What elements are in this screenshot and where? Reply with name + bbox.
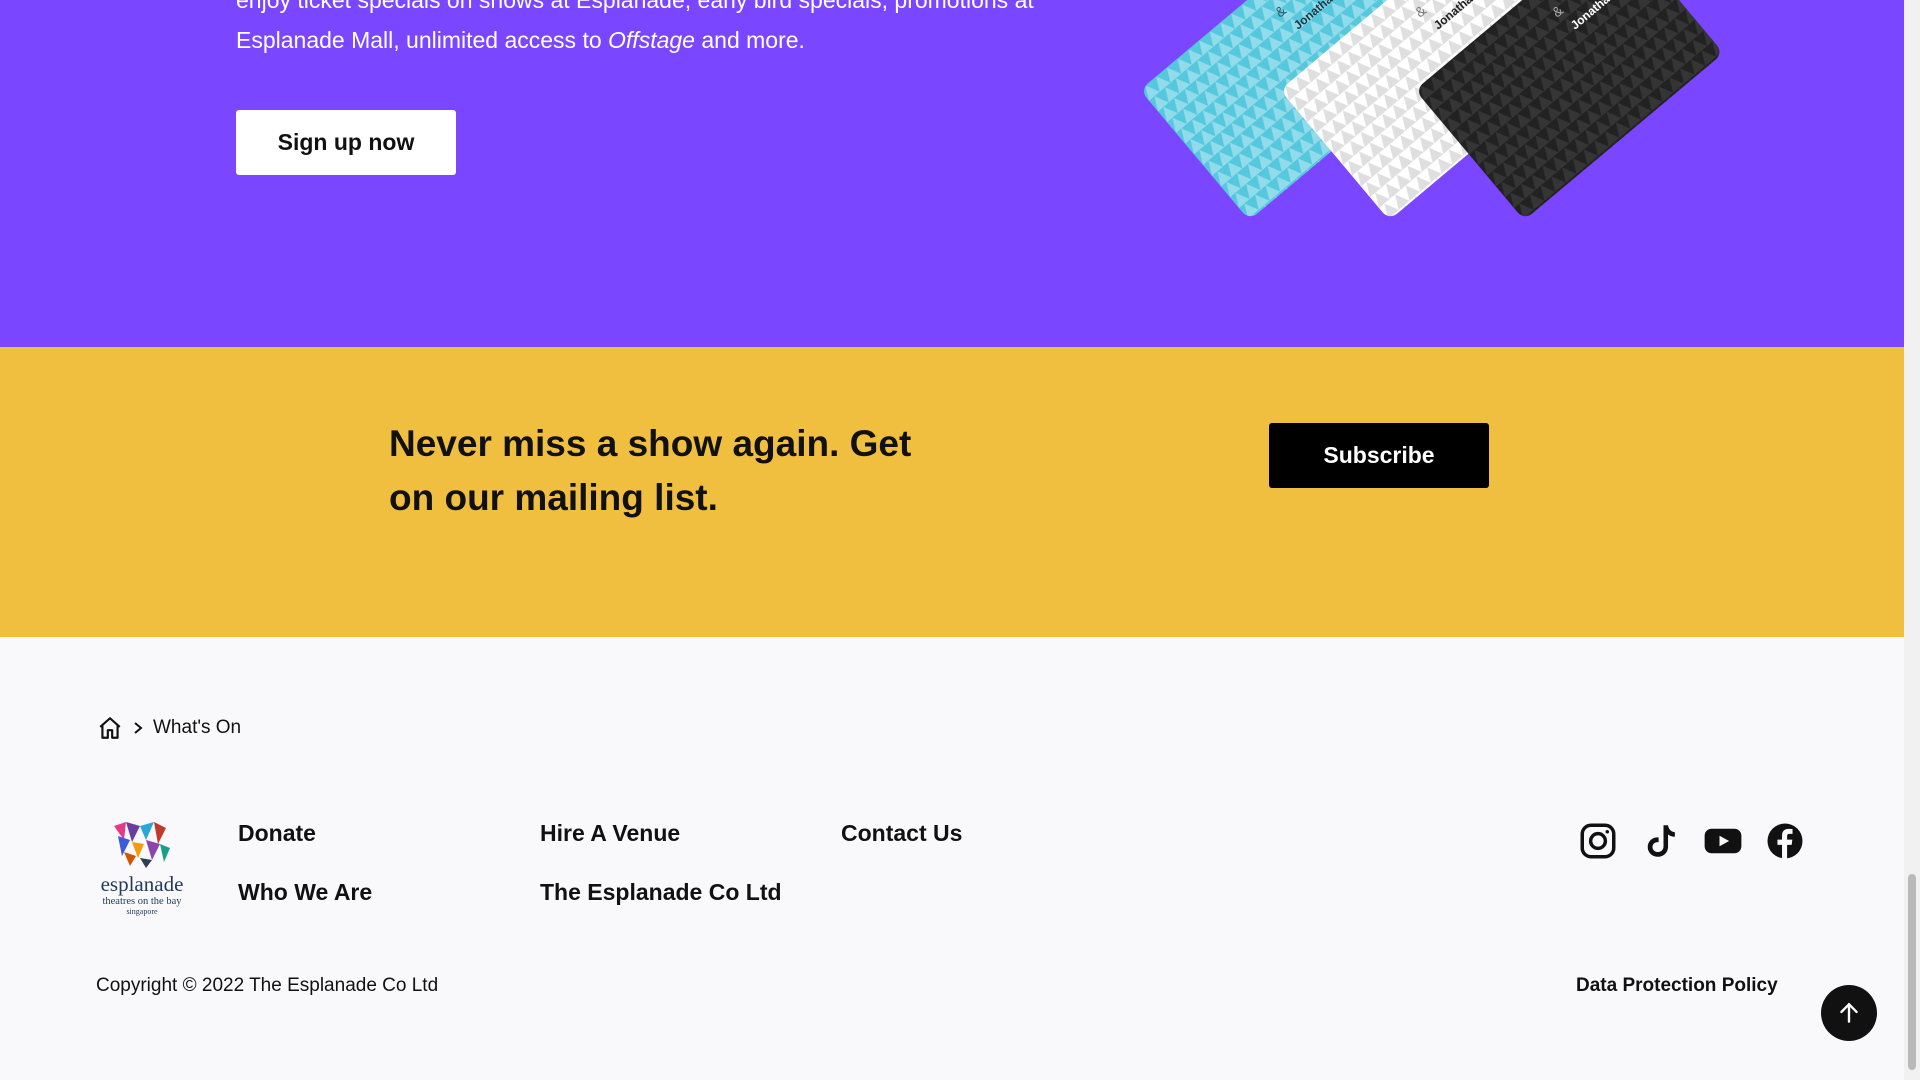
membership-cards-illustration: & Jonathan & Jonathan & Jonathan xyxy=(1144,0,1720,217)
offstage-text: Offstage xyxy=(608,27,695,53)
logo-subtitle: theatres on the bay xyxy=(102,896,182,907)
footer-link-esplanade-co[interactable]: The Esplanade Co Ltd xyxy=(540,879,782,906)
membership-promo-section: enjoy ticket specials on shows at Esplan… xyxy=(0,0,1904,347)
data-protection-policy-link[interactable]: Data Protection Policy xyxy=(1576,975,1778,997)
chevron-right-icon xyxy=(131,721,145,735)
promo-line-1: enjoy ticket specials on shows at Esplan… xyxy=(236,0,1034,13)
subscribe-button[interactable]: Subscribe xyxy=(1269,423,1489,488)
scrollbar-thumb[interactable] xyxy=(1908,874,1916,1070)
footer-link-hire-a-venue[interactable]: Hire A Venue xyxy=(540,820,680,847)
esplanade-logo[interactable]: esplanade theatres on the bay singapore xyxy=(96,818,188,918)
footer-link-donate[interactable]: Donate xyxy=(238,820,316,847)
youtube-icon[interactable] xyxy=(1702,820,1744,862)
breadcrumb: What's On xyxy=(97,713,241,743)
tiktok-icon[interactable] xyxy=(1639,820,1681,862)
promo-line-2-end: and more. xyxy=(694,27,805,53)
page-scrollbar[interactable] xyxy=(1904,0,1920,1080)
footer-link-who-we-are[interactable]: Who We Are xyxy=(238,879,372,906)
footer-link-contact-us[interactable]: Contact Us xyxy=(841,820,962,847)
mailing-list-section: Never miss a show again. Get on our mail… xyxy=(0,347,1904,637)
sign-up-now-button[interactable]: Sign up now xyxy=(236,110,456,175)
mailing-list-heading: Never miss a show again. Get on our mail… xyxy=(389,423,912,518)
breadcrumb-current[interactable]: What's On xyxy=(153,717,241,739)
logo-word: esplanade xyxy=(101,872,184,896)
promo-description: enjoy ticket specials on shows at Esplan… xyxy=(236,0,1116,60)
promo-line-2-start: Esplanade Mall, unlimited access to xyxy=(236,27,609,53)
back-to-top-button[interactable] xyxy=(1821,985,1877,1041)
facebook-icon[interactable] xyxy=(1764,820,1806,862)
instagram-icon[interactable] xyxy=(1577,820,1619,862)
arrow-up-icon xyxy=(1836,1000,1862,1026)
logo-location: singapore xyxy=(126,907,158,916)
promo-line-2: Esplanade Mall, unlimited access to Offs… xyxy=(236,20,1116,60)
copyright-text: Copyright © 2022 The Esplanade Co Ltd xyxy=(96,975,439,996)
home-icon[interactable] xyxy=(97,715,123,741)
